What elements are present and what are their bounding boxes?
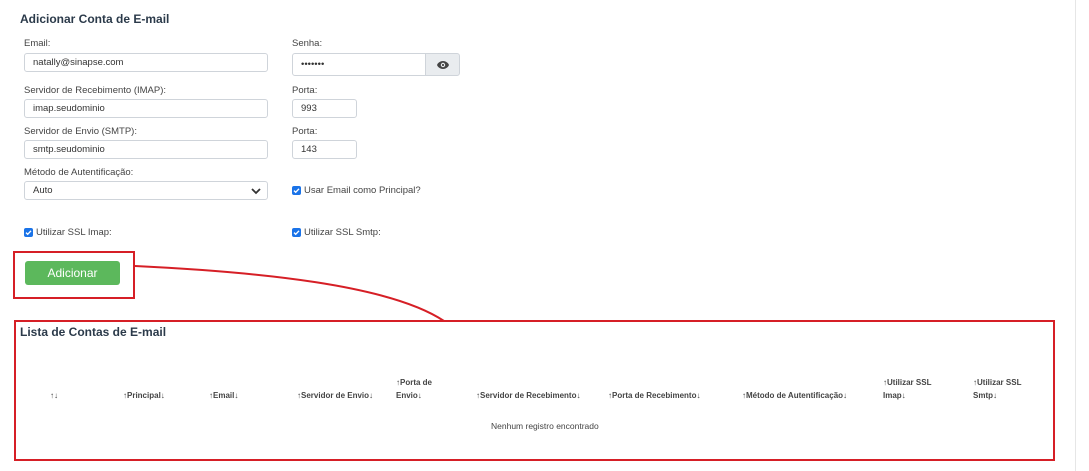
- empty-table-message: Nenhum registro encontrado: [491, 421, 599, 431]
- column-header-servidor-envio[interactable]: ↑Servidor de Envio↓: [297, 390, 373, 402]
- column-header-ssl-smtp-line1: ↑Utilizar SSL: [973, 378, 1022, 387]
- list-title: Lista de Contas de E-mail: [20, 325, 167, 339]
- column-header-ssl-smtp-line2: Smtp↓: [973, 391, 997, 400]
- column-header-ssl-imap[interactable]: ↑Utilizar SSL Imap↓: [883, 377, 931, 402]
- column-header-porta-envio-line1: ↑Porta de: [396, 378, 433, 387]
- column-header-servidor-recebimento[interactable]: ↑Servidor de Recebimento↓: [476, 390, 580, 402]
- column-header-porta-envio[interactable]: ↑Porta de Envio↓: [396, 377, 432, 402]
- column-header-metodo-autenticacao[interactable]: ↑Método de Autentificação↓: [742, 390, 847, 402]
- column-header-porta-recebimento[interactable]: ↑Porta de Recebimento↓: [608, 390, 700, 402]
- column-header-email[interactable]: ↑Email↓: [209, 390, 238, 402]
- column-header-ssl-imap-line1: ↑Utilizar SSL: [883, 378, 932, 387]
- column-header-ssl-smtp[interactable]: ↑Utilizar SSL Smtp↓: [973, 377, 1021, 402]
- column-header-porta-envio-line2: Envio↓: [396, 391, 422, 400]
- column-header-ssl-imap-line2: Imap↓: [883, 391, 906, 400]
- column-header-principal[interactable]: ↑Principal↓: [123, 390, 165, 402]
- column-header-sort[interactable]: ↑↓: [50, 390, 58, 402]
